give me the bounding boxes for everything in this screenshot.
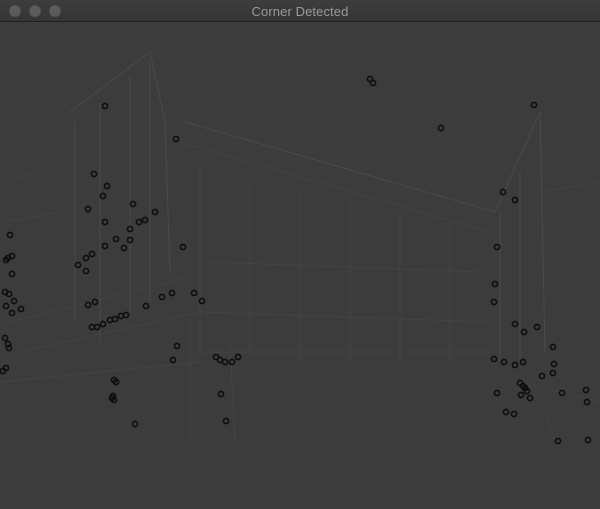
corner-marker [129,200,137,208]
corner-marker [88,250,96,258]
corner-marker [217,390,225,398]
corner-marker [526,394,534,402]
corner-marker [190,289,198,297]
corner-marker [520,328,528,336]
corner-marker [511,196,519,204]
corner-marker [91,298,99,306]
corner-marker [82,267,90,275]
corner-detection-image [0,51,600,453]
corner-marker [120,244,128,252]
corner-marker [74,261,82,269]
corner-marker [221,358,229,366]
corner-marker [103,182,111,190]
corner-marker [533,323,541,331]
corner-marker [437,124,445,132]
corner-marker [234,353,242,361]
corner-marker [530,101,538,109]
corner-marker [511,320,519,328]
corner-marker [493,389,501,397]
corner-marker [112,235,120,243]
corner-marker [517,391,525,399]
corner-marker [500,358,508,366]
corner-marker [369,79,377,87]
corner-marker [8,270,16,278]
corner-marker [122,311,130,319]
corner-marker [172,135,180,143]
corner-marker [550,360,558,368]
corner-marker [141,216,149,224]
corner-marker [90,170,98,178]
corner-marker [549,369,557,377]
corner-marker [5,344,13,352]
corner-marker [101,218,109,226]
corner-marker [554,437,562,445]
corner-marker [101,242,109,250]
corner-marker [1,334,9,342]
corner-marker [511,361,519,369]
corner-markers [0,75,592,445]
corner-marker [111,315,119,323]
corner-marker [17,305,25,313]
corner-marker [99,192,107,200]
corner-marker [6,231,14,239]
corner-marker [490,355,498,363]
corner-marker [519,358,527,366]
corner-marker [84,301,92,309]
title-bar[interactable]: Corner Detected [0,0,600,22]
corner-marker [101,102,109,110]
corner-marker [142,302,150,310]
corner-marker [151,208,159,216]
corner-marker [491,280,499,288]
corner-marker [499,188,507,196]
corner-marker [198,297,206,305]
image-canvas [0,22,600,509]
corner-marker [99,320,107,328]
corner-marker [523,387,531,395]
corner-marker [8,309,16,317]
corner-marker [8,252,16,260]
corner-marker [583,398,591,406]
corner-marker [173,342,181,350]
app-window: Corner Detected [0,0,600,509]
corner-marker [82,254,90,262]
corner-marker [131,420,139,428]
corner-marker [549,343,557,351]
corner-marker [0,367,7,375]
corner-marker [222,417,230,425]
corner-marker [493,243,501,251]
corner-marker [179,243,187,251]
corner-marker [2,302,10,310]
corner-marker [582,386,590,394]
corner-marker [5,290,13,298]
corner-marker [93,323,101,331]
corner-marker [538,372,546,380]
corner-marker [158,293,166,301]
corner-marker [502,408,510,416]
corner-marker [490,298,498,306]
corner-marker [169,356,177,364]
corner-marker [510,410,518,418]
corner-marker [584,436,592,444]
corner-marker [228,358,236,366]
window-title: Corner Detected [251,4,349,19]
corner-marker [10,297,18,305]
corner-marker [135,218,143,226]
corner-marker [84,205,92,213]
corner-marker [168,289,176,297]
